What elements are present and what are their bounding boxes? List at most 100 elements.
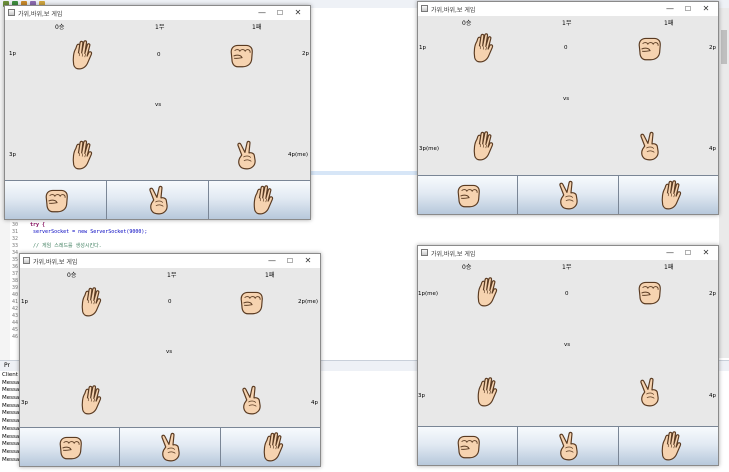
paper-hand-icon [661,180,682,210]
choice-button-row [5,180,310,219]
player-2-label: 2p(me) [298,299,319,305]
minimize-button[interactable]: — [264,255,280,267]
paper-button[interactable] [618,176,718,214]
close-button[interactable]: ✕ [698,3,714,15]
maximize-button[interactable]: ☐ [680,3,696,15]
code-text: // 게임 스레드를 생성시킨다. [30,243,102,249]
paper-button[interactable] [209,181,310,219]
rock-button[interactable] [418,176,519,214]
player-4-label: 4p(me) [288,152,309,158]
scissors-hand-icon [242,385,261,415]
window-titlebar[interactable]: 가위,바위,보 게임 — ☐ ✕ [20,254,320,268]
player-3-label: 3p [418,393,425,399]
paper-button[interactable] [618,427,718,465]
draw-count: 1무 [562,264,572,271]
player-1-hand [72,286,104,318]
close-button[interactable]: ✕ [300,255,316,267]
rock-button[interactable] [418,427,519,465]
rock-button[interactable] [5,181,107,219]
console-line: Messa [2,448,20,455]
player-4-label: 4p [311,400,318,406]
rock-hand-icon [240,291,263,315]
window-titlebar[interactable]: 가위,바위,보 게임 — ☐ ✕ [5,6,310,20]
scissors-button[interactable] [107,181,209,219]
scissors-hand-icon [640,131,659,161]
scissors-button[interactable] [120,428,221,466]
choice-button-row [418,426,718,465]
console-line: Messa [2,402,20,409]
round-counter: 0 [168,299,172,305]
round-counter: 0 [157,52,161,58]
vs-label: vs [155,102,162,108]
console-line: Messa [2,433,20,440]
app-icon [23,257,30,264]
vs-label: vs [166,349,173,355]
choice-button-row [20,427,320,466]
app-icon [421,5,428,12]
win-count: 0승 [67,272,77,279]
player-1-label: 1p [9,51,16,57]
code-text: try { [30,222,46,228]
window-title: 가위,바위,보 게임 [18,11,63,18]
line-number: 32 [12,236,19,242]
minimize-button[interactable]: — [662,247,678,259]
draw-count: 1무 [155,24,165,31]
player-1-hand [468,276,500,308]
lose-count: 1패 [265,272,275,279]
player-4-label: 4p [709,146,716,152]
scissors-button[interactable] [518,176,619,214]
minimize-button[interactable]: — [254,7,270,19]
draw-count: 1무 [562,20,572,27]
paper-hand-icon [477,277,498,307]
player-4-hand [633,376,665,408]
code-text: serverSocket = new ServerSocket(9000); [30,229,148,235]
console-output: Client Messa Messa Messa Messa Messa Messa Mess… [2,372,19,464]
close-button[interactable]: ✕ [698,247,714,259]
paper-hand-icon [72,140,93,170]
rock-hand-icon [45,189,68,213]
choice-button-row [418,175,718,214]
console-line: Messa [2,456,20,463]
code-line: 30 try { [12,222,147,229]
paper-hand-icon [477,377,498,407]
player-2-label: 2p [709,291,716,297]
player-3-label: 3p [21,400,28,406]
maximize-button[interactable]: ☐ [282,255,298,267]
rock-hand-icon [638,37,661,61]
console-tab[interactable]: Pr [4,362,10,369]
player-3-label: 3p [9,152,16,158]
paper-hand-icon [661,431,682,461]
scissors-hand-icon [559,431,578,461]
window-titlebar[interactable]: 가위,바위,보 게임 — ☐ ✕ [418,2,718,16]
round-counter: 0 [564,45,568,51]
scissors-hand-icon [148,185,168,215]
scissors-button[interactable] [518,427,619,465]
paper-button[interactable] [220,428,320,466]
window-titlebar[interactable]: 가위,바위,보 게임 — ☐ ✕ [418,246,718,260]
maximize-button[interactable]: ☐ [272,7,288,19]
player-2-hand [633,276,665,308]
player-1-hand [464,32,496,64]
scissors-hand-icon [161,432,180,462]
window-title: 가위,바위,보 게임 [431,251,476,258]
console-line: Messa [2,379,20,386]
paper-hand-icon [473,33,494,63]
scissors-hand-icon [237,140,256,170]
maximize-button[interactable]: ☐ [680,247,696,259]
scissors-hand-icon [559,180,578,210]
player-2-hand [225,39,257,71]
app-icon [8,9,15,16]
lose-count: 1패 [664,264,674,271]
paper-hand-icon [253,185,273,215]
player-4-hand [230,139,262,171]
paper-hand-icon [81,385,102,415]
vs-label: vs [563,96,570,102]
editor-scrollbar-thumb[interactable] [721,30,727,64]
rock-button[interactable] [20,428,121,466]
console-line: Messa [2,418,20,425]
rock-hand-icon [638,281,661,305]
minimize-button[interactable]: — [662,3,678,15]
scissors-hand-icon [640,377,659,407]
player-4-hand [235,384,267,416]
close-button[interactable]: ✕ [290,7,306,19]
